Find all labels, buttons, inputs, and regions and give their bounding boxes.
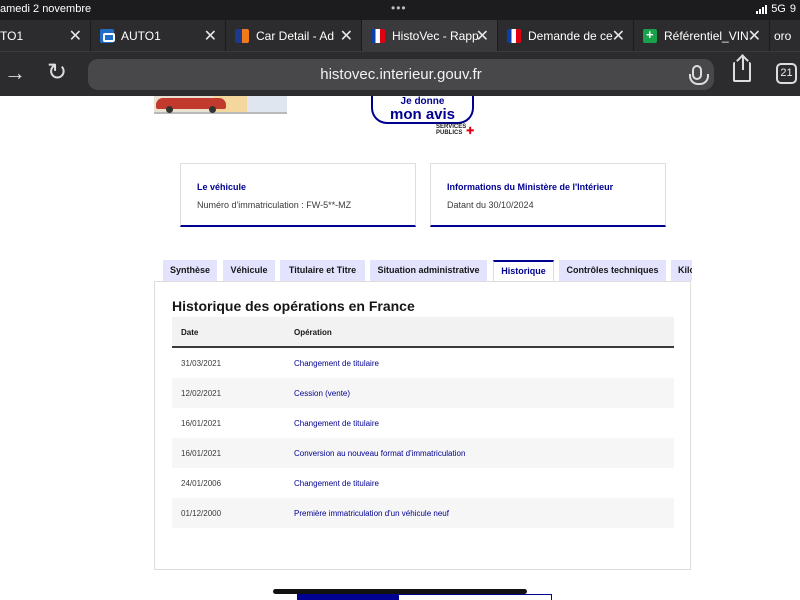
services-line2: PUBLICS — [436, 130, 463, 136]
auto1-favicon-icon — [100, 28, 115, 43]
close-icon[interactable]: ✕ — [204, 26, 217, 46]
history-panel: Historique des opérations en France Date… — [154, 281, 691, 570]
tab-synthese[interactable]: Synthèse — [163, 260, 217, 281]
status-right: 5G 9 — [756, 3, 796, 15]
status-date: amedi 2 novembre — [0, 3, 92, 15]
browser-tab-1[interactable]: TO1 ✕ — [0, 20, 91, 51]
browser-tab-7[interactable]: oro — [770, 20, 800, 51]
tab-historique[interactable]: Historique — [493, 260, 554, 281]
row-operation: Première immatriculation d'un véhicule n… — [294, 509, 449, 518]
row-date: 24/01/2006 — [181, 479, 222, 488]
share-icon[interactable] — [733, 56, 751, 82]
address-bar: → ↻ histovec.interieur.gouv.fr 21 — [0, 51, 800, 96]
services-publics-logo: SERVICES PUBLICS — [436, 124, 466, 136]
network-label: 5G — [771, 3, 786, 15]
tab-controles-techniques[interactable]: Contrôles techniques — [559, 260, 666, 281]
wheel-icon — [209, 106, 216, 113]
row-date: 12/02/2021 — [181, 389, 222, 398]
table-header: Date Opération — [172, 317, 674, 348]
multitask-dots-icon[interactable]: ••• — [391, 1, 407, 15]
row-operation: Changement de titulaire — [294, 419, 379, 428]
avis-line2: mon avis — [389, 106, 456, 123]
table-row: 01/12/2000 Première immatriculation d'un… — [172, 498, 674, 528]
close-icon[interactable]: ✕ — [476, 26, 489, 46]
row-date: 01/12/2000 — [181, 509, 222, 518]
marianne-favicon-icon — [507, 28, 521, 43]
spreadsheet-favicon-icon — [643, 27, 657, 43]
table-row: 31/03/2021 Changement de titulaire — [172, 348, 674, 378]
ministry-card-title: Informations du Ministère de l'Intérieur — [447, 182, 614, 192]
marianne-favicon-icon — [371, 28, 385, 43]
home-indicator[interactable] — [273, 589, 527, 594]
table-body: 31/03/2021 Changement de titulaire 12/02… — [172, 348, 674, 528]
browser-tab-4-active[interactable]: HistoVec - Rapp ✕ — [362, 20, 498, 51]
banner-illustration — [154, 96, 287, 114]
row-date: 16/01/2021 — [181, 449, 222, 458]
table-row: 16/01/2021 Conversion au nouveau format … — [172, 438, 674, 468]
battery-label: 9 — [789, 3, 796, 15]
vehicle-card-value: Numéro d'immatriculation : FW-5**-MZ — [197, 200, 352, 210]
wheel-icon — [166, 106, 173, 113]
browser-tab-2[interactable]: AUTO1 ✕ — [91, 20, 226, 51]
forward-arrow-icon[interactable]: → — [4, 60, 26, 86]
url-field[interactable]: histovec.interieur.gouv.fr — [88, 59, 714, 90]
vehicle-card-title: Le véhicule — [197, 182, 247, 192]
column-header-date: Date — [181, 328, 199, 337]
browser-tab-3[interactable]: Car Detail - Ad ✕ — [226, 20, 362, 51]
tab-titulaire-et-titre[interactable]: Titulaire et Titre — [280, 260, 365, 281]
reload-icon[interactable]: ↻ — [47, 58, 67, 87]
bottom-secondary-button[interactable] — [398, 594, 552, 600]
history-title: Historique des opérations en France — [172, 298, 415, 314]
car-detail-favicon-icon — [235, 28, 249, 43]
table-row: 24/01/2006 Changement de titulaire — [172, 468, 674, 498]
microphone-icon[interactable] — [689, 65, 709, 85]
ministry-card: Informations du Ministère de l'Intérieur… — [430, 163, 666, 227]
page-content: Je donne mon avis SERVICES PUBLICS ✚ Le … — [0, 96, 800, 600]
tab-vehicule[interactable]: Véhicule — [223, 260, 275, 281]
close-icon[interactable]: ✕ — [69, 26, 82, 46]
row-operation: Conversion au nouveau format d'immatricu… — [294, 449, 466, 458]
browser-tab-bar: TO1 ✕ AUTO1 ✕ Car Detail - Ad ✕ HistoVec… — [0, 20, 800, 51]
url-text: histovec.interieur.gouv.fr — [320, 66, 482, 83]
tab-overview-button[interactable]: 21 — [776, 63, 797, 84]
close-icon[interactable]: ✕ — [612, 26, 625, 46]
history-table: Date Opération 31/03/2021 Changement de … — [172, 317, 674, 528]
row-date: 16/01/2021 — [181, 419, 222, 428]
close-icon[interactable]: ✕ — [340, 26, 353, 46]
row-date: 31/03/2021 — [181, 359, 222, 368]
close-icon[interactable]: ✕ — [748, 26, 761, 46]
vehicle-card: Le véhicule Numéro d'immatriculation : F… — [180, 163, 416, 227]
tab-situation-administrative[interactable]: Situation administrative — [370, 260, 487, 281]
tab-kilometrage[interactable]: Kilo — [671, 260, 692, 281]
column-header-operation: Opération — [294, 328, 332, 337]
row-operation: Changement de titulaire — [294, 479, 379, 488]
plus-icon: ✚ — [466, 126, 475, 137]
bottom-primary-button[interactable] — [297, 594, 398, 600]
row-operation: Cession (vente) — [294, 389, 351, 398]
status-bar: amedi 2 novembre ••• 5G 9 — [0, 0, 800, 20]
browser-tab-title: oro — [774, 28, 792, 43]
table-row: 16/01/2021 Changement de titulaire — [172, 408, 674, 438]
je-donne-mon-avis-button[interactable]: Je donne mon avis — [371, 96, 474, 124]
signal-icon — [756, 4, 768, 14]
report-tabs: Synthèse Véhicule Titulaire et Titre Sit… — [162, 260, 692, 281]
row-operation: Changement de titulaire — [294, 359, 379, 368]
browser-tab-5[interactable]: Demande de ce ✕ — [498, 20, 634, 51]
table-row: 12/02/2021 Cession (vente) — [172, 378, 674, 408]
browser-tab-6[interactable]: Référentiel_VIN ✕ — [634, 20, 770, 51]
ministry-card-value: Datant du 30/10/2024 — [447, 200, 534, 210]
